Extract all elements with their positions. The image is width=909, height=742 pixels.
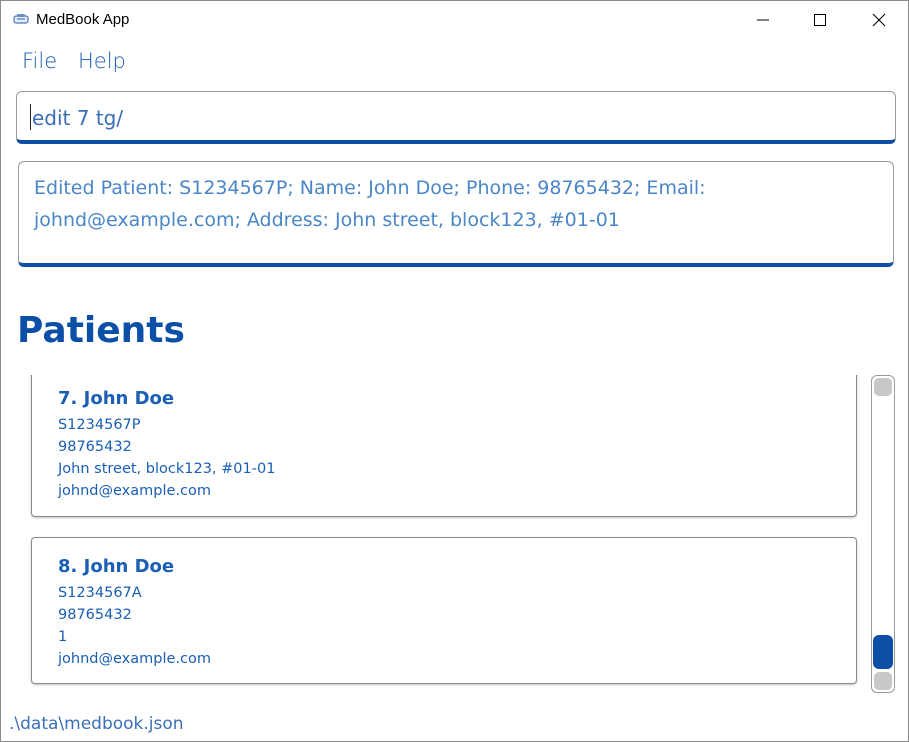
patient-phone: 98765432	[58, 439, 132, 455]
minimize-icon	[757, 19, 769, 21]
patient-phone: 98765432	[58, 607, 132, 623]
menu-file[interactable]: File	[22, 49, 57, 73]
patient-name: 7. John Doe	[58, 388, 175, 409]
patient-name: 8. John Doe	[58, 556, 175, 577]
menu-bar: File Help	[1, 45, 908, 77]
patient-address: John street, block123, #01-01	[58, 461, 276, 477]
menu-help[interactable]: Help	[78, 49, 126, 73]
scroll-up-button[interactable]	[874, 378, 892, 396]
patient-email: johnd@example.com	[58, 483, 211, 499]
minimize-button[interactable]	[740, 1, 786, 39]
patients-heading: Patients	[17, 310, 185, 351]
result-message: Edited Patient: S1234567P; Name: John Do…	[34, 177, 706, 231]
patient-address: 1	[58, 629, 68, 645]
command-input[interactable]	[32, 104, 872, 132]
scroll-down-button[interactable]	[874, 672, 892, 690]
maximize-button[interactable]	[797, 1, 843, 39]
medbook-app-icon	[13, 14, 29, 24]
app-window: MedBook App File Help Edited Patient: S	[0, 0, 909, 742]
scroll-thumb[interactable]	[873, 635, 893, 669]
result-display: Edited Patient: S1234567P; Name: John Do…	[18, 161, 894, 267]
title-bar: MedBook App	[1, 1, 908, 39]
close-icon	[872, 13, 886, 27]
patient-card[interactable]: 7. John Doe S1234567P 98765432 John stre…	[31, 375, 857, 517]
patient-email: johnd@example.com	[58, 651, 211, 667]
command-box	[16, 91, 896, 144]
close-button[interactable]	[856, 1, 902, 39]
patient-list[interactable]: 7. John Doe S1234567P 98765432 John stre…	[1, 375, 867, 697]
maximize-icon	[814, 14, 826, 26]
patient-card[interactable]: 8. John Doe S1234567A 98765432 1 johnd@e…	[31, 537, 857, 684]
window-title: MedBook App	[36, 11, 130, 28]
patient-nric: S1234567P	[58, 417, 141, 433]
status-file-path: .\data\medbook.json	[9, 714, 184, 734]
list-scrollbar[interactable]	[871, 375, 895, 693]
text-caret	[30, 104, 31, 130]
patient-nric: S1234567A	[58, 585, 142, 601]
